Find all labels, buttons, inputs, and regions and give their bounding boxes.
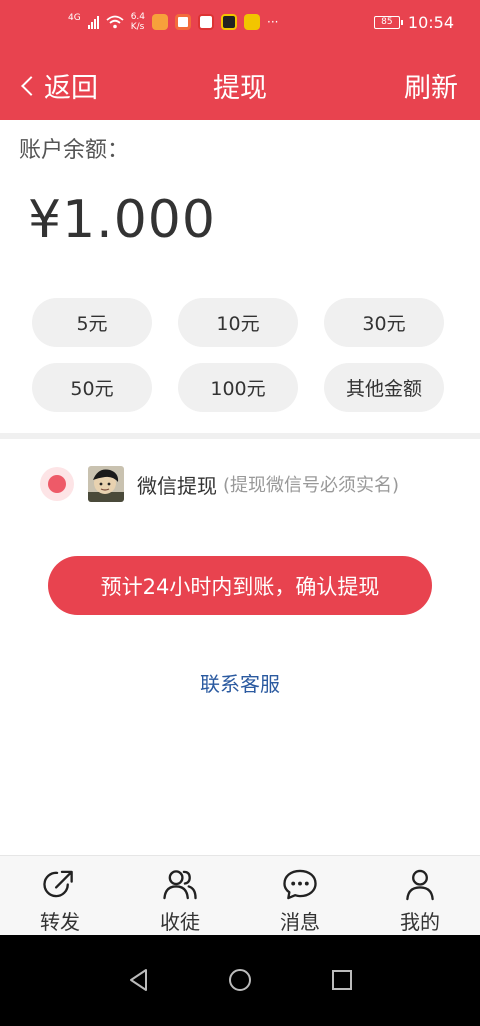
amount-option-30[interactable]: 30元 <box>324 298 444 347</box>
tab-label: 消息 <box>280 910 320 934</box>
status-right-group: 85 10:54 <box>373 13 454 32</box>
status-left-group: 4G 6.4 K/s ··· <box>68 12 278 32</box>
notification-app-icon <box>244 14 261 30</box>
signal-icon <box>87 15 99 29</box>
user-icon <box>406 869 434 901</box>
notification-app-icon <box>221 14 238 30</box>
tab-apprentice[interactable]: 收徒 <box>120 856 240 935</box>
network-speed: 6.4 K/s <box>131 12 145 32</box>
tab-share[interactable]: 转发 <box>0 856 120 935</box>
amount-options: 5元 10元 30元 50元 100元 其他金额 <box>32 298 444 412</box>
tab-label: 转发 <box>40 910 80 934</box>
wechat-radio[interactable] <box>40 467 74 501</box>
home-circle-icon[interactable] <box>225 965 255 995</box>
balance-label: 账户余额： <box>19 138 130 163</box>
radio-selected-dot <box>48 475 66 493</box>
wechat-avatar <box>88 466 124 502</box>
users-icon <box>163 870 197 900</box>
notification-app-icon <box>198 14 215 30</box>
share-icon <box>43 870 73 898</box>
contact-service-link[interactable]: 联系客服 <box>0 668 480 697</box>
tab-mine[interactable]: 我的 <box>360 856 480 935</box>
tab-label: 我的 <box>400 910 440 934</box>
amount-option-other[interactable]: 其他金额 <box>324 363 444 412</box>
message-icon <box>283 869 317 900</box>
section-divider <box>0 433 480 439</box>
tab-label: 收徒 <box>160 910 200 934</box>
refresh-button[interactable]: 刷新 <box>404 66 458 105</box>
more-notifications: ··· <box>267 15 279 29</box>
clock: 10:54 <box>407 13 454 32</box>
confirm-withdraw-button[interactable]: 预计24小时内到账，确认提现 <box>48 556 432 615</box>
wechat-withdraw-hint: (提现微信号必须实名) <box>223 475 400 496</box>
back-triangle-icon[interactable] <box>124 965 154 995</box>
notification-app-icon <box>175 14 192 30</box>
wechat-withdraw-option[interactable]: 微信提现 (提现微信号必须实名) <box>40 465 399 503</box>
amount-option-50[interactable]: 50元 <box>32 363 152 412</box>
amount-option-100[interactable]: 100元 <box>178 363 298 412</box>
system-nav-bar <box>0 935 480 1026</box>
network-speed-unit: K/s <box>130 22 145 32</box>
balance-value: ¥1.000 <box>28 190 216 250</box>
recent-apps-icon[interactable] <box>327 965 357 995</box>
wifi-icon <box>106 15 124 29</box>
bottom-tab-bar: 转发 收徒 消息 我的 <box>0 855 480 935</box>
network-speed-value: 6.4 <box>130 12 146 22</box>
nav-bar: 返回 提现 刷新 <box>0 46 480 120</box>
wechat-withdraw-label: 微信提现 <box>137 473 217 498</box>
status-bar: 4G 6.4 K/s ··· 85 10:54 <box>0 0 480 46</box>
tab-messages[interactable]: 消息 <box>240 856 360 935</box>
network-type: 4G <box>68 13 81 23</box>
battery-icon: 85 <box>373 16 403 29</box>
notification-app-icon <box>152 14 169 30</box>
amount-option-10[interactable]: 10元 <box>178 298 298 347</box>
amount-option-5[interactable]: 5元 <box>32 298 152 347</box>
